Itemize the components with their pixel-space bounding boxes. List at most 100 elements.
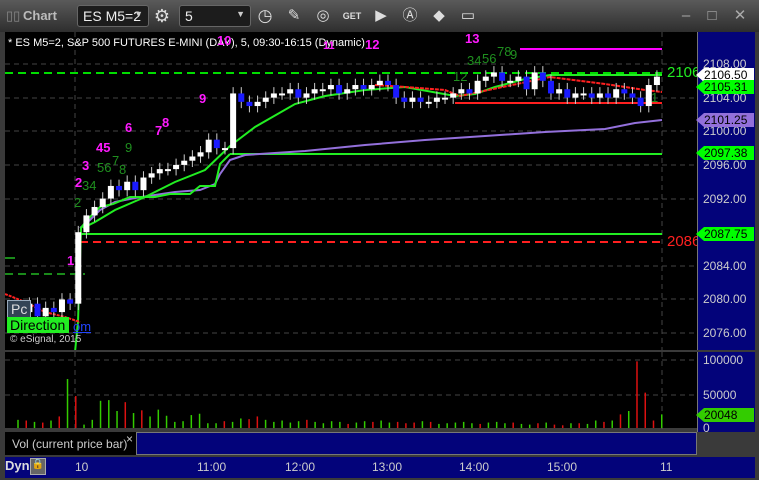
volume-tag: 20048 (696, 408, 754, 422)
price-tag: 2101.25 (696, 113, 754, 127)
close-study-icon[interactable]: × (126, 432, 133, 446)
volume-plot (5, 352, 697, 430)
price-chart[interactable]: * ES M5=2, S&P 500 FUTURES E-MINI (DAY),… (5, 32, 697, 350)
close-icon[interactable]: ✕ (730, 6, 750, 26)
annotation: 9 (199, 91, 207, 106)
level-label-2086: 2086 (667, 233, 697, 250)
axis-label: 0 (703, 421, 710, 435)
candle (556, 82, 563, 100)
annotation: 2 (74, 195, 82, 210)
maximize-icon[interactable]: □ (702, 6, 722, 26)
time-label: 15:00 (547, 460, 578, 474)
comment-icon[interactable]: ▭ (458, 6, 478, 26)
lock-icon[interactable]: 🔒 (30, 458, 46, 475)
candle (401, 91, 408, 109)
time-label: 13:00 (372, 460, 403, 474)
candle (564, 82, 571, 104)
annotation: 10 (217, 33, 232, 48)
time-axis[interactable]: Dyn 🔒 10 11:00 12:00 13:00 14:00 15:00 1… (5, 457, 755, 478)
candle (523, 70, 530, 96)
candle (181, 154, 188, 172)
candle (238, 87, 245, 109)
candle (116, 179, 123, 197)
price-tag: 2097.38 (696, 146, 754, 160)
gear-icon[interactable]: ⚙ (152, 6, 172, 26)
panel-grip-icon[interactable]: ▯▯ (6, 8, 20, 24)
time-label: 11:00 (197, 460, 227, 474)
axis-label: 2076.00 (703, 326, 747, 340)
annotation: 9 (125, 140, 133, 155)
symbol-select[interactable]: ES M5=2 ▼ (77, 5, 149, 27)
volume-label-fill (136, 432, 697, 455)
annotation: 6 (125, 120, 133, 135)
annotation: 12 (365, 37, 380, 52)
annotation: 34 (467, 53, 482, 68)
volume-pane[interactable] (5, 352, 697, 430)
price-plot (5, 32, 697, 350)
candle (205, 133, 212, 159)
candle (270, 87, 277, 104)
candle (417, 91, 424, 109)
annotation: 8 (162, 115, 170, 130)
annotation: 3 (82, 158, 90, 173)
play-icon[interactable]: ▶ (371, 6, 391, 26)
axis-label: 2084.00 (703, 259, 747, 273)
time-label: 14:00 (459, 460, 490, 474)
annotation: 1 (67, 253, 75, 268)
interval-select[interactable]: 5 ▼ (179, 5, 251, 27)
candle (75, 225, 82, 310)
level-label-2106: 2106 (667, 64, 697, 81)
time-label: 12:00 (285, 460, 316, 474)
candle (605, 87, 612, 104)
candle (148, 167, 155, 184)
candle (368, 78, 375, 96)
dyn-label[interactable]: Dyn (5, 458, 30, 473)
link-icon[interactable]: ◆ (429, 6, 449, 26)
axis-label: 2092.00 (703, 192, 747, 206)
candle (58, 293, 65, 319)
axis-label: 100000 (703, 353, 744, 367)
symbol-value: ES M5=2 (83, 8, 141, 24)
candle (572, 87, 579, 104)
candle (124, 175, 131, 197)
alert-icon[interactable]: Ⓐ (400, 6, 420, 26)
candle (393, 78, 400, 104)
candle (425, 95, 432, 109)
om-link[interactable]: om (73, 319, 91, 334)
clock-icon[interactable]: ◷ (255, 6, 275, 26)
candle (140, 171, 147, 197)
price-axis[interactable]: 2108.00 2104.00 2100.00 2096.00 2092.00 … (696, 32, 755, 350)
pencil-icon[interactable]: ✎ (284, 6, 304, 26)
annotation: 13 (465, 32, 480, 46)
candle (474, 74, 481, 100)
candle (262, 91, 269, 109)
pc-label: Pc (7, 300, 32, 318)
candle (352, 78, 359, 96)
price-tag: 2087.75 (696, 227, 754, 241)
chart-header: * ES M5=2, S&P 500 FUTURES E-MINI (DAY),… (8, 37, 365, 49)
candle (621, 82, 628, 100)
annotation: 56 (482, 51, 497, 66)
candle (132, 175, 139, 197)
chevron-down-icon: ▼ (236, 9, 245, 19)
annotation: 8 (119, 162, 127, 177)
time-label: 10 (75, 460, 89, 474)
lower-line (74, 153, 231, 350)
axis-label: 2096.00 (703, 158, 747, 172)
volume-label: Vol (current price bar) (12, 437, 128, 451)
price-tag: 2105.31 (696, 80, 754, 94)
get-icon[interactable]: GET (342, 6, 362, 26)
time-label: 11 (660, 460, 673, 474)
minimize-icon[interactable]: – (676, 6, 696, 26)
candle (107, 179, 114, 205)
candle (327, 78, 334, 96)
last-price-tag: 2106.50 (696, 68, 754, 82)
candle (344, 82, 351, 100)
candle (409, 91, 416, 109)
candles (10, 66, 660, 323)
study-icon[interactable]: ◎ (313, 6, 333, 26)
direction-label: Direction (7, 317, 69, 333)
candle (336, 78, 343, 100)
candle (466, 82, 473, 100)
window-title: Chart (23, 8, 57, 23)
